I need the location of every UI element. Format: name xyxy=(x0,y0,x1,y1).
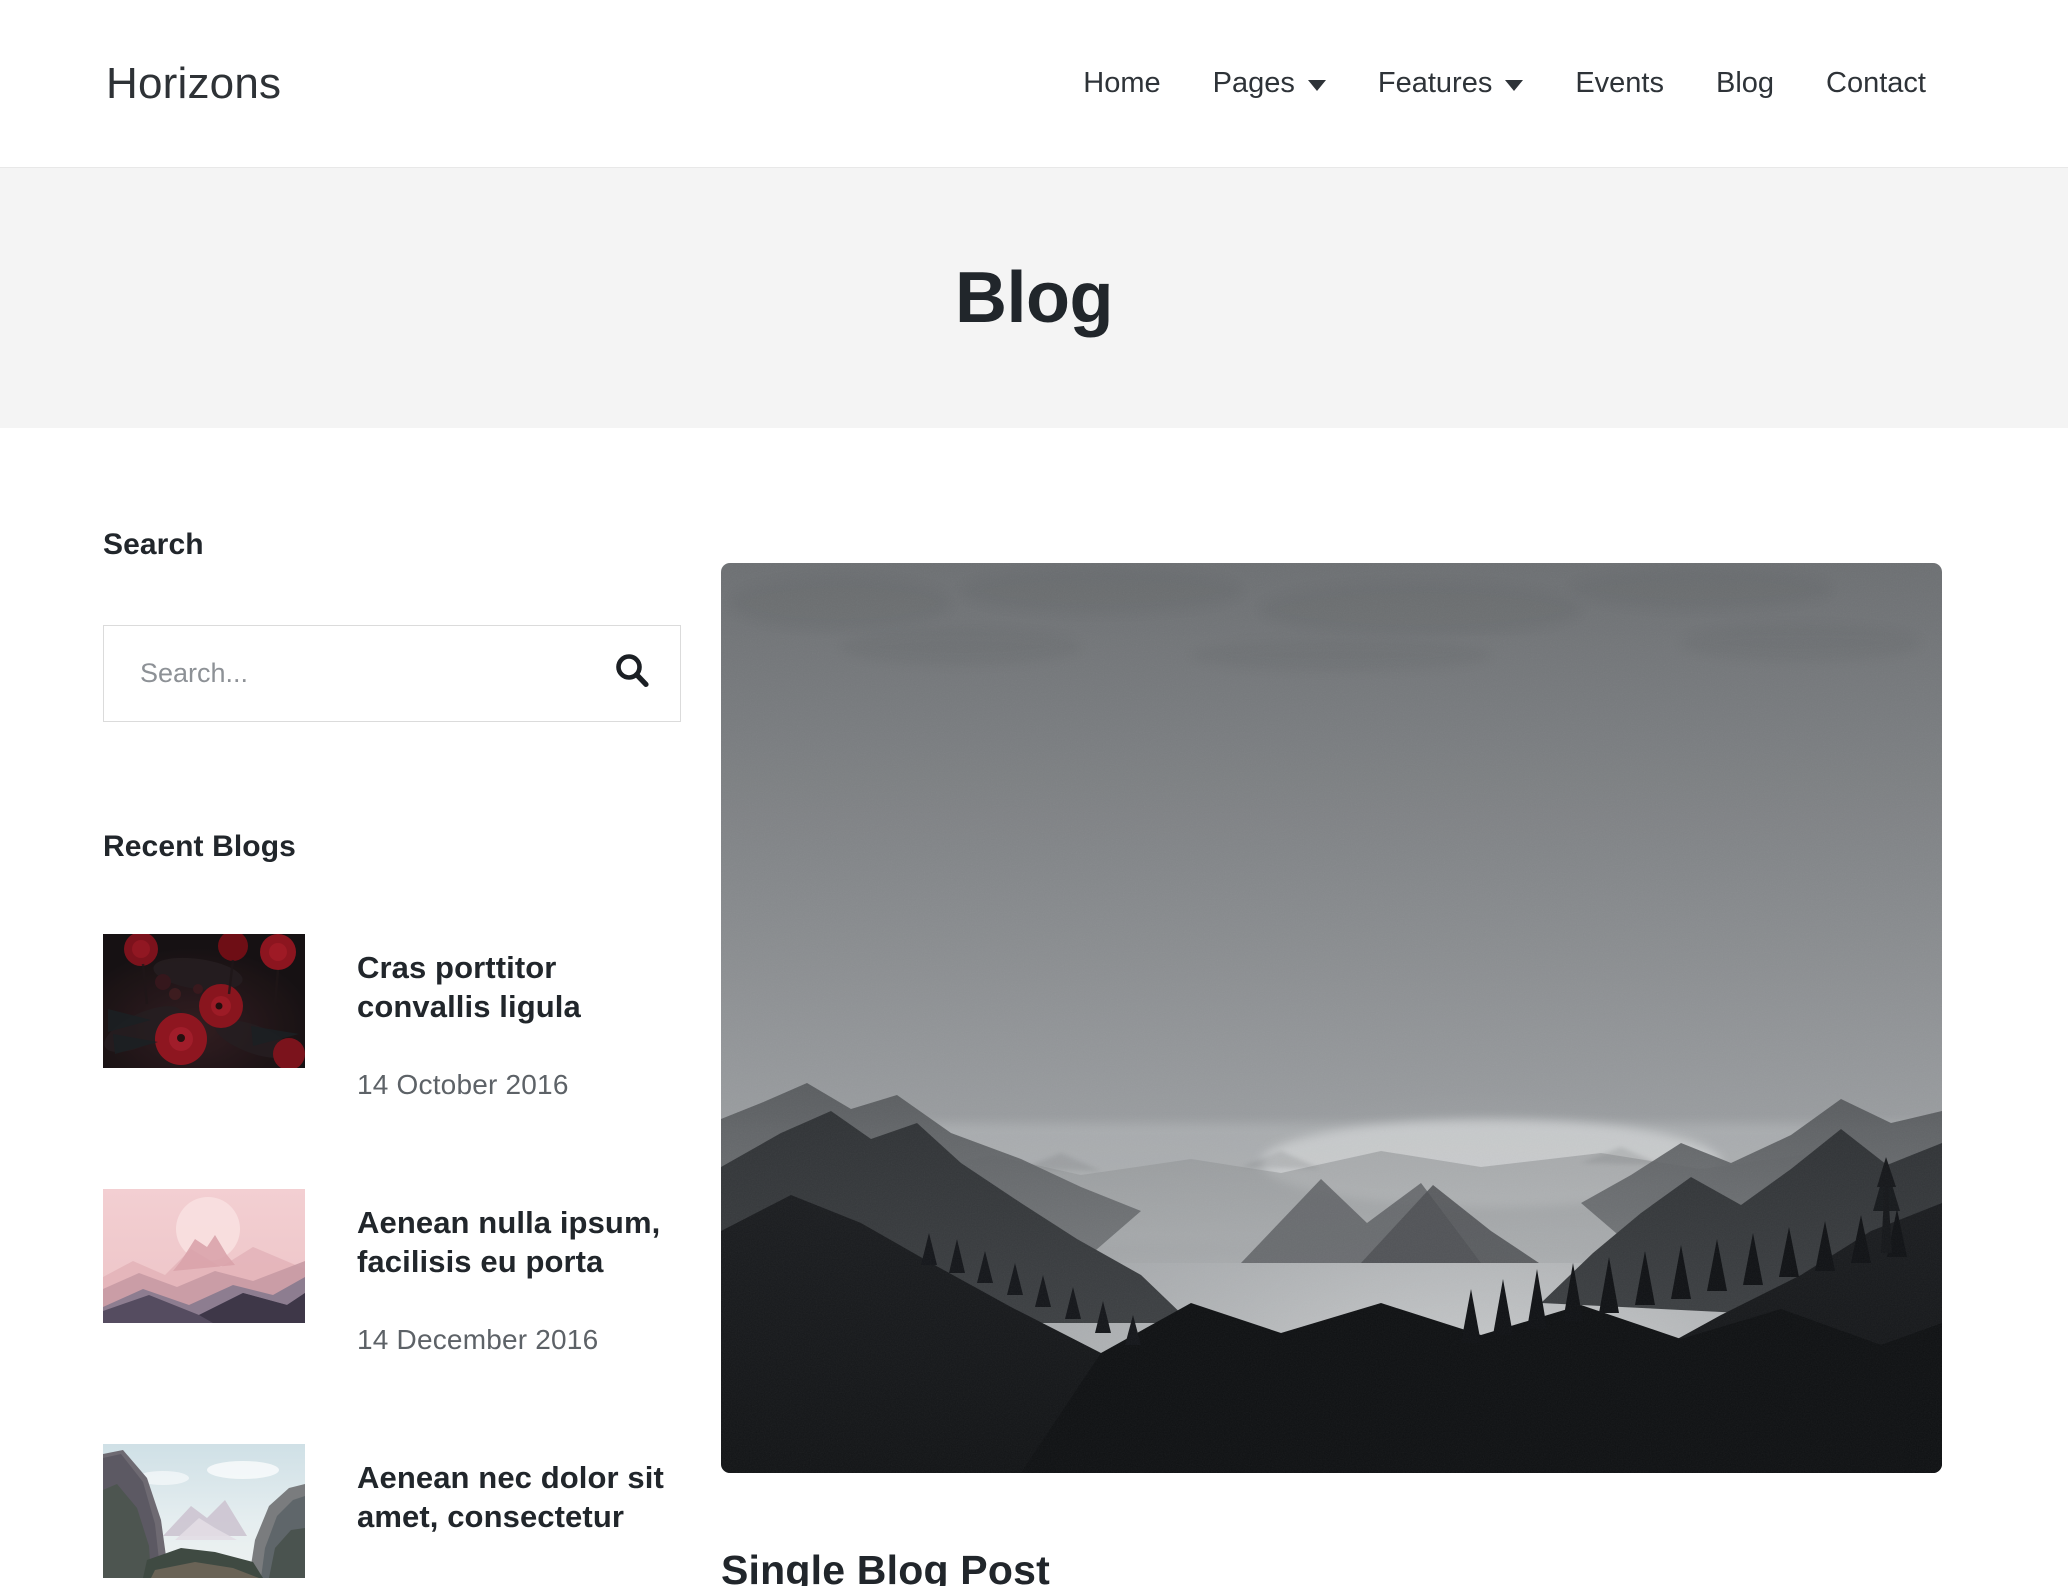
list-item-title[interactable]: Aenean nec dolor sit amet, consectetur xyxy=(357,1458,681,1536)
nav-label: Home xyxy=(1083,67,1161,99)
page-banner: Blog xyxy=(0,168,2068,428)
search-widget-heading: Search xyxy=(103,528,204,561)
nav-label: Blog xyxy=(1716,67,1775,99)
hero-image-misty-mountains[interactable] xyxy=(721,563,1942,1473)
list-item-text: Aenean nulla ipsum, facilisis eu porta 1… xyxy=(357,1189,681,1356)
content-area: Search Recent Blogs xyxy=(0,428,2068,1586)
list-item[interactable]: Cras porttitor convallis ligula 14 Octob… xyxy=(103,934,681,1101)
search-box[interactable] xyxy=(103,625,681,722)
nav-item-events[interactable]: Events xyxy=(1549,67,1690,100)
thumbnail-pink-sunrise-mountains[interactable] xyxy=(103,1189,305,1324)
single-post-title: Single Blog Post xyxy=(721,1547,1050,1586)
list-item-title[interactable]: Aenean nulla ipsum, facilisis eu porta xyxy=(357,1203,681,1281)
list-item-text: Aenean nec dolor sit amet, consectetur xyxy=(357,1444,681,1579)
list-item-date: 14 October 2016 xyxy=(357,1069,569,1101)
search-input[interactable] xyxy=(138,657,612,690)
chevron-down-icon xyxy=(1307,79,1326,91)
list-item-text: Cras porttitor convallis ligula 14 Octob… xyxy=(357,934,681,1101)
chevron-down-icon xyxy=(1505,79,1524,91)
list-item[interactable]: Aenean nec dolor sit amet, consectetur xyxy=(103,1444,681,1579)
thumbnail-mountain-valley[interactable] xyxy=(103,1444,305,1579)
nav-item-features[interactable]: Features xyxy=(1352,67,1549,100)
nav-item-home[interactable]: Home xyxy=(1057,67,1186,100)
page-title: Blog xyxy=(955,258,1113,338)
list-item[interactable]: Aenean nulla ipsum, facilisis eu porta 1… xyxy=(103,1189,681,1356)
list-item-title[interactable]: Cras porttitor convallis ligula xyxy=(357,948,681,1026)
main-column: Single Blog Post xyxy=(681,428,1965,1586)
brand-logo[interactable]: Horizons xyxy=(106,59,281,109)
list-item-date: 14 December 2016 xyxy=(357,1324,599,1356)
nav-label: Contact xyxy=(1826,67,1926,99)
thumbnail-red-flowers[interactable] xyxy=(103,934,305,1068)
nav-item-blog[interactable]: Blog xyxy=(1690,67,1800,100)
search-icon[interactable] xyxy=(612,651,652,696)
sidebar: Search Recent Blogs xyxy=(103,428,681,1586)
main-navigation: Home Pages Features Events Blog Contact xyxy=(1057,67,1962,100)
site-header: Horizons Home Pages Features Events Blog… xyxy=(0,0,2068,168)
nav-label: Features xyxy=(1377,67,1493,99)
nav-item-contact[interactable]: Contact xyxy=(1800,67,1952,100)
recent-blogs-heading: Recent Blogs xyxy=(103,830,296,863)
recent-blogs-list: Cras porttitor convallis ligula 14 Octob… xyxy=(103,934,681,1579)
nav-item-pages[interactable]: Pages xyxy=(1187,67,1352,100)
nav-label: Events xyxy=(1575,67,1664,99)
nav-label: Pages xyxy=(1212,67,1295,99)
